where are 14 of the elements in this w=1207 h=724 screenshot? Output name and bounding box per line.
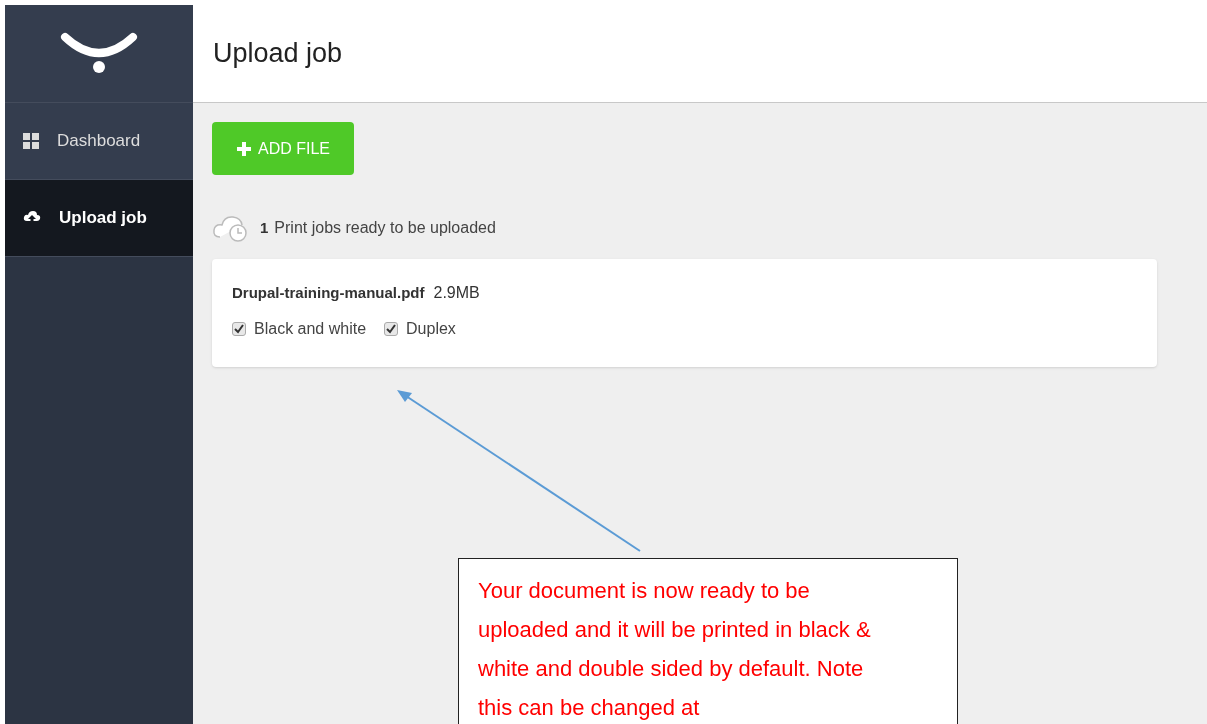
file-size: 2.9MB — [433, 283, 480, 303]
callout-text: Your document is now ready to be uploaded and it will be printed in black & white and double sided by default. Note this can be changed at — [478, 577, 872, 722]
option-label: Black and white — [254, 319, 367, 339]
status-text: Print jobs ready to be uploaded — [274, 218, 496, 238]
job-count: 1 — [260, 217, 269, 238]
grid-icon — [23, 133, 39, 149]
option-label: Duplex — [406, 319, 456, 339]
checkbox[interactable] — [232, 322, 246, 336]
sidebar-item[interactable]: Upload job — [5, 180, 193, 257]
checkbox[interactable] — [384, 322, 399, 336]
sidebar-item[interactable]: Dashboard — [5, 103, 193, 180]
plus-icon — [236, 140, 252, 157]
page-title: Upload job — [213, 37, 343, 71]
file-name: Drupal-training-manual.pdf — [232, 283, 425, 303]
